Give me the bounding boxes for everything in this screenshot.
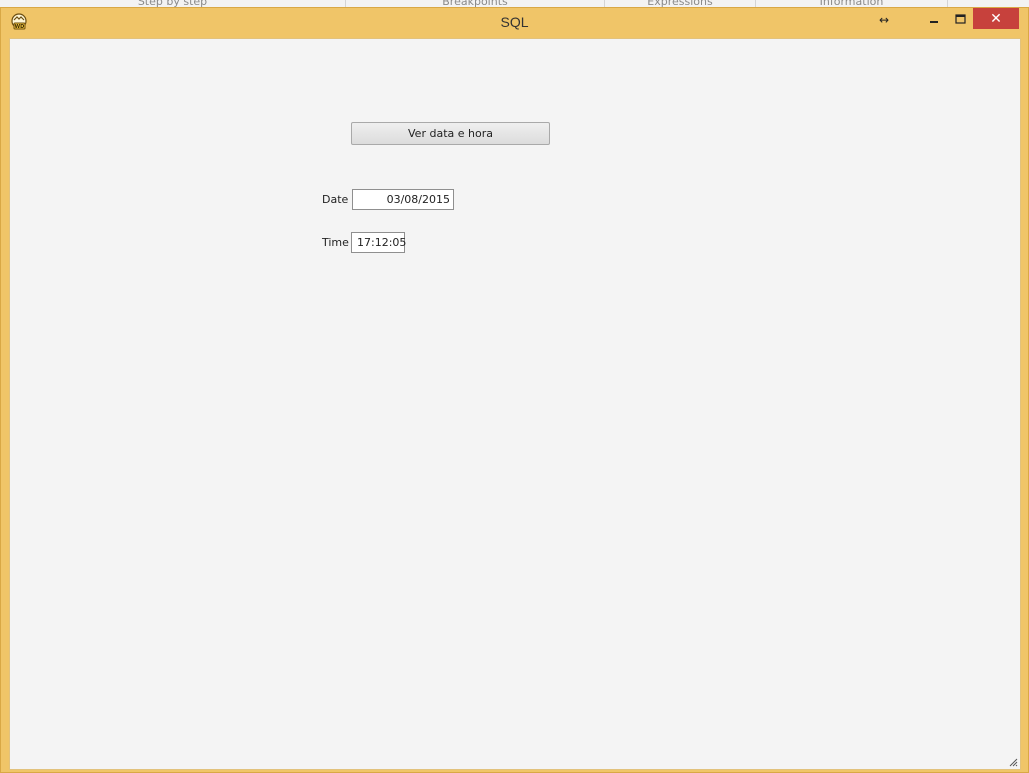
- resize-arrows-icon[interactable]: ↔: [872, 9, 896, 30]
- maximize-button[interactable]: [947, 8, 973, 29]
- minimize-icon: [930, 20, 938, 23]
- sql-window: WD SQL ↔ ✕ Ver data e hora Date 03/08/20…: [0, 7, 1029, 773]
- date-label: Date: [322, 193, 349, 206]
- resize-grip-icon[interactable]: [1008, 757, 1018, 767]
- time-label: Time: [322, 236, 349, 249]
- minimize-button[interactable]: [922, 8, 946, 29]
- ver-data-e-hora-button[interactable]: Ver data e hora: [351, 122, 550, 145]
- title-bar[interactable]: WD SQL ↔ ✕: [1, 8, 1028, 38]
- close-icon: ✕: [990, 10, 1002, 27]
- screen: Step by step Breakpoints Expressions Inf…: [0, 0, 1029, 773]
- close-button[interactable]: ✕: [973, 8, 1019, 29]
- date-field[interactable]: 03/08/2015: [352, 189, 454, 210]
- client-area: Ver data e hora Date 03/08/2015 Time 17:…: [9, 38, 1021, 770]
- time-field[interactable]: 17:12:05: [351, 232, 406, 253]
- maximize-icon: [954, 13, 966, 24]
